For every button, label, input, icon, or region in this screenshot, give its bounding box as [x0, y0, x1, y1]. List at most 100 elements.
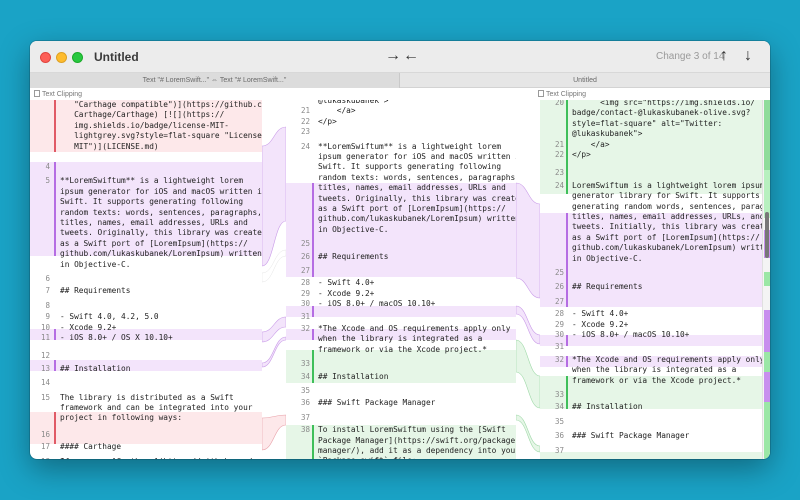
previous-change-icon[interactable]: ↑: [720, 47, 728, 65]
diff-connector-right: [516, 182, 540, 453]
line-number: 24: [554, 180, 564, 190]
line-number: 14: [40, 378, 50, 388]
code-line: ## Requirements: [60, 286, 131, 296]
code-line: <img src="https://img.shields.io/: [572, 100, 756, 107]
line-number: 9: [45, 312, 50, 322]
code-line: when the library is integrated as a: [572, 365, 737, 375]
scroll-thumb[interactable]: [765, 212, 769, 258]
merged-text-pane[interactable]: @lukaskubanek"> 21 </a> 22 </p> 23 24 **LoremS…: [286, 100, 516, 459]
code-line: ## Requirements: [318, 251, 389, 261]
line-number: 28: [554, 309, 564, 319]
line-number: 34: [300, 371, 310, 381]
line-number: 35: [554, 416, 564, 426]
line-number: 21: [300, 106, 310, 116]
code-line: - Xcode 9.2+: [60, 322, 117, 332]
code-line: ## Installation: [60, 363, 131, 373]
line-number: 23: [300, 127, 310, 137]
tab-untitled[interactable]: Untitled: [400, 73, 770, 88]
code-line: "Carthage compatible")](https://github.c…: [60, 100, 262, 109]
line-number: 7: [45, 286, 50, 296]
line-number: 34: [554, 402, 564, 412]
minimize-button[interactable]: [56, 52, 67, 63]
code-line: To install LoremSwiftum using the [Swift: [572, 458, 760, 459]
line-number: 21: [554, 139, 564, 149]
code-line: generating random words, sentences, para…: [572, 201, 770, 211]
line-number: 11: [40, 333, 50, 342]
left-text-pane[interactable]: "Carthage compatible")](https://github.c…: [30, 100, 262, 459]
title-bar: Untitled → ← Change 3 of 14 ↑ ↓: [30, 41, 770, 73]
line-number: 20: [554, 100, 564, 107]
code-line: titles, names, email addresses, URLs, an…: [572, 212, 765, 221]
line-number: 33: [554, 390, 564, 399]
zoom-button[interactable]: [72, 52, 83, 63]
copy-left-arrow-icon[interactable]: ←: [403, 47, 419, 65]
right-text-pane[interactable]: 20 <img src="https://img.shields.io/badg…: [540, 100, 770, 459]
line-number: 36: [300, 398, 310, 408]
code-line: tweets. Initially, this library was crea…: [572, 222, 770, 232]
line-number: 38: [542, 458, 564, 459]
diff-connector-left: [262, 126, 286, 451]
line-number: 18: [30, 457, 50, 459]
code-line: ### Swift Package Manager: [318, 398, 436, 408]
line-number: 29: [300, 288, 310, 298]
code-line: random texts: words, sentences, paragrap…: [318, 172, 516, 182]
code-line: ## Installation: [572, 402, 643, 412]
line-number: 22: [300, 116, 310, 126]
code-line: Package Manager](https://swift.org/packa…: [318, 435, 516, 445]
line-number: 28: [300, 278, 310, 288]
code-line: - Swift 4.0+: [318, 278, 375, 288]
code-line: - Xcode 9.2+: [572, 319, 629, 329]
code-line: tweets. Originally, this library was cre…: [60, 228, 262, 238]
code-line: If you use [Carthage](https://github.com…: [60, 457, 252, 459]
code-line: **LoremSwiftum** is a lightweight lorem: [318, 141, 502, 151]
code-line: ipsum generator for iOS and macOS writte…: [60, 186, 262, 196]
code-line: lightgrey.svg?style=flat-square "License…: [60, 131, 262, 141]
code-line: - iOS 8.0+ / macOS 10.10+: [318, 299, 436, 309]
code-line: *The Xcode and OS requirements apply onl…: [572, 354, 765, 364]
close-button[interactable]: [40, 52, 51, 63]
line-number: 31: [554, 342, 564, 352]
tab-comparison[interactable]: Text "# LoremSwift..." ⇔ Text "# LoremSw…: [30, 73, 400, 88]
line-number: 36: [554, 431, 564, 441]
line-number: 4: [45, 162, 50, 171]
code-line: </p>: [572, 150, 591, 159]
document-icon: [34, 90, 40, 97]
line-number: 12: [40, 351, 50, 361]
code-line: #### Carthage: [60, 442, 122, 452]
code-line: titles, names, email addresses, URLs and: [318, 183, 506, 193]
code-line: - Swift 4.0+: [572, 309, 629, 319]
next-change-icon[interactable]: ↓: [744, 47, 752, 65]
line-number: 29: [554, 319, 564, 329]
line-number: 17: [40, 442, 50, 452]
code-line: framework or via the Xcode project.*: [572, 375, 741, 385]
line-number: 37: [554, 445, 564, 455]
code-line: titles, names, email addresses, URLs and: [60, 218, 248, 227]
line-number: 6: [45, 274, 50, 283]
change-overview-scrollbar[interactable]: [762, 100, 770, 459]
code-line: ## Installation: [318, 371, 389, 381]
line-number: 30: [300, 299, 310, 309]
code-line: MIT")](LICENSE.md): [60, 141, 159, 151]
code-line: github.com/lukaskubanek/LoremIpsum) writ…: [318, 214, 516, 224]
line-number: 5: [45, 176, 50, 186]
code-line: in Objective-C.: [60, 259, 131, 269]
code-line: random texts: words, sentences, paragrap…: [60, 207, 262, 217]
code-line: framework and can be integrated into you…: [60, 403, 253, 412]
code-line: tweets. Originally, this library was cre…: [318, 193, 516, 203]
line-number: 25: [554, 268, 564, 277]
line-number: 15: [40, 392, 50, 402]
code-line: **LoremSwiftum** is a lightweight lorem: [60, 176, 244, 186]
copy-right-arrow-icon[interactable]: →: [385, 47, 401, 65]
code-line: `Package.swift` file:: [318, 456, 417, 459]
code-line: framework or via the Xcode project.*: [318, 344, 487, 354]
tab-bar: Text "# LoremSwift..." ⇔ Text "# LoremSw…: [30, 73, 770, 88]
code-line: The library is distributed as a Swift: [60, 392, 234, 402]
code-line: - iOS 8.0+ / macOS 10.10+: [572, 330, 690, 339]
code-line: ipsum generator for iOS and macOS writte…: [318, 152, 516, 161]
code-line: github.com/lukaskubanek/LoremIpsum) writ…: [60, 249, 262, 259]
code-line: *The Xcode and OS requirements apply onl…: [318, 324, 511, 333]
code-line: as a Swift port of [LoremIpsum](https://: [318, 204, 506, 213]
line-number: 30: [554, 330, 564, 339]
code-line: Swift. It supports generating following: [318, 162, 502, 172]
line-number: 8: [45, 300, 50, 310]
